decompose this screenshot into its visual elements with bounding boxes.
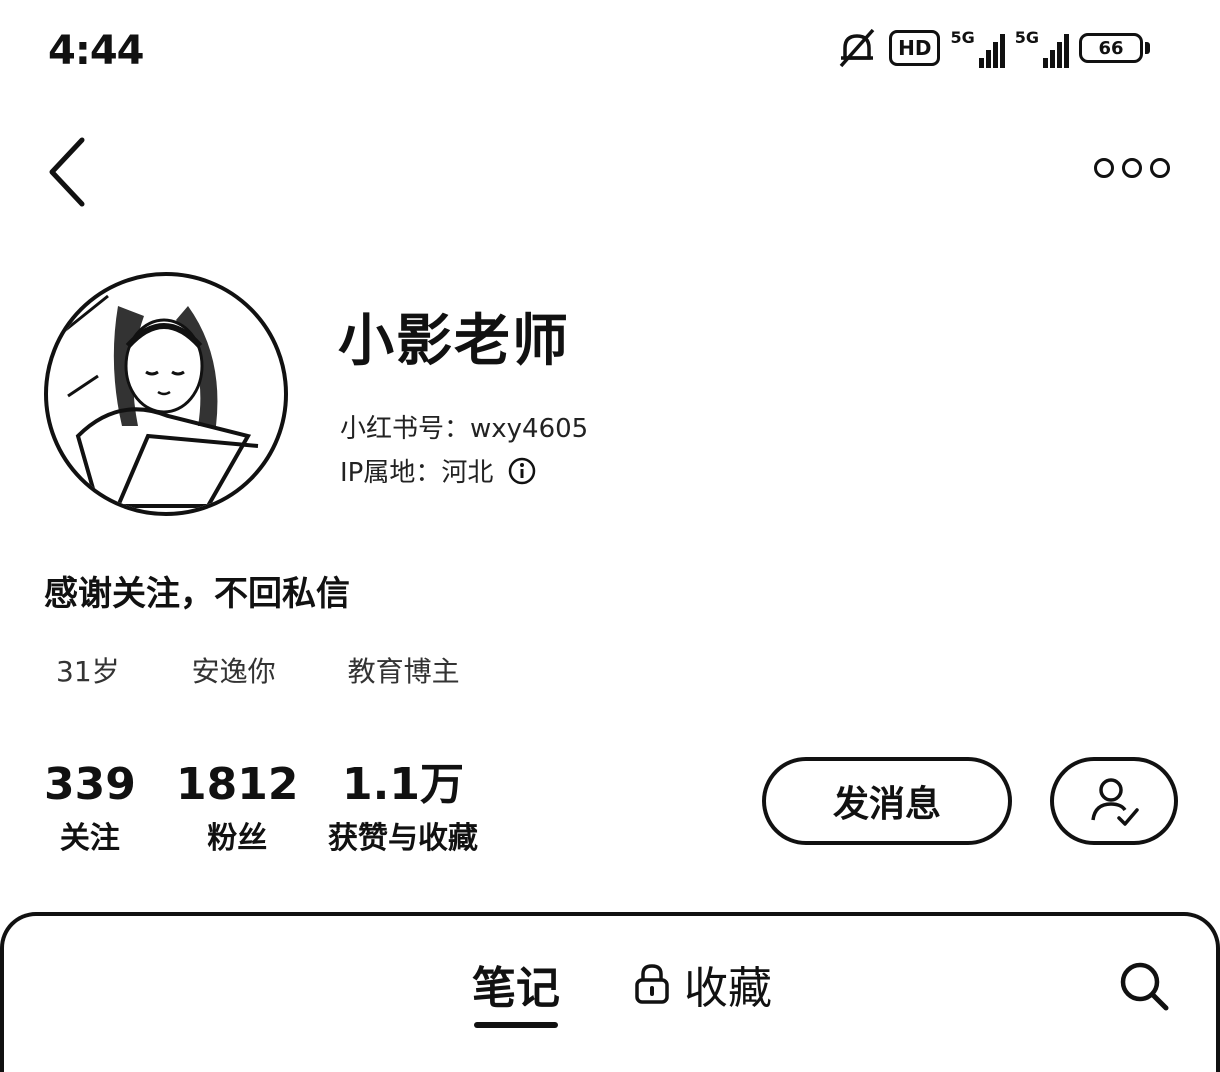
network-type-label: 5G bbox=[1014, 28, 1039, 47]
network-type-label: 5G bbox=[950, 28, 975, 47]
stat-following-label: 关注 bbox=[59, 821, 120, 856]
profile-name: 小影老师 bbox=[338, 309, 570, 374]
stat-following-value: 339 bbox=[44, 759, 136, 810]
active-tab-indicator bbox=[474, 1022, 558, 1028]
signal-5g-1: 5G bbox=[950, 28, 1005, 68]
signal-bar bbox=[1043, 58, 1048, 68]
signal-5g-2: 5G bbox=[1015, 28, 1069, 68]
ellipsis-icon[interactable] bbox=[1094, 158, 1170, 178]
profile-tag: 教育博主 bbox=[347, 655, 460, 688]
chevron-left-icon[interactable] bbox=[40, 132, 100, 212]
dot bbox=[1150, 158, 1170, 178]
tab-favorites[interactable]: 收藏 bbox=[632, 952, 772, 1016]
status-icons: HD 5G 5G 66 bbox=[835, 26, 1150, 70]
search-icon[interactable] bbox=[1116, 958, 1172, 1014]
info-icon[interactable] bbox=[507, 456, 537, 486]
stat-followers-label: 粉丝 bbox=[207, 821, 268, 856]
stat-likes-label: 获赞与收藏 bbox=[328, 821, 478, 856]
stat-likes[interactable]: 1.1万 获赞与收藏 bbox=[328, 760, 478, 862]
content-sheet bbox=[0, 912, 1220, 1072]
lock-icon bbox=[635, 964, 669, 1004]
dot bbox=[1122, 158, 1142, 178]
status-time: 4:44 bbox=[48, 28, 144, 74]
profile-tags: 31岁 安逸你 教育博主 bbox=[56, 650, 460, 690]
battery-level: 66 bbox=[1079, 33, 1143, 63]
avatar[interactable] bbox=[44, 272, 288, 516]
signal-bar bbox=[985, 50, 991, 68]
send-message-button[interactable]: 发消息 bbox=[762, 757, 1012, 845]
dot bbox=[1094, 158, 1114, 178]
profile-bio: 感谢关注，不回私信 bbox=[44, 574, 350, 614]
profile-tag: 31岁 bbox=[56, 655, 120, 688]
profile-tag: 安逸你 bbox=[191, 655, 276, 688]
signal-bar bbox=[992, 42, 998, 68]
stat-likes-value: 1.1万 bbox=[342, 759, 464, 810]
battery-icon: 66 bbox=[1079, 33, 1150, 63]
avatar-illustration bbox=[57, 294, 259, 508]
signal-bar bbox=[1057, 42, 1062, 68]
profile-location: IP属地：河北 bbox=[340, 452, 537, 489]
hd-badge: HD bbox=[889, 30, 941, 66]
stat-following[interactable]: 339 关注 bbox=[44, 760, 136, 862]
user-plus-icon bbox=[1091, 778, 1139, 826]
signal-bar bbox=[1050, 50, 1055, 68]
tab-favorites-label: 收藏 bbox=[684, 963, 772, 1014]
location-text: IP属地：河北 bbox=[340, 458, 494, 488]
signal-bar bbox=[978, 58, 984, 68]
signal-bar bbox=[1064, 34, 1069, 68]
stat-followers[interactable]: 1812 粉丝 bbox=[176, 760, 298, 862]
bell-off-icon bbox=[839, 28, 875, 68]
battery-tip bbox=[1145, 42, 1150, 54]
stat-followers-value: 1812 bbox=[176, 759, 299, 810]
tab-notes-label: 笔记 bbox=[472, 963, 560, 1014]
signal-bar bbox=[999, 34, 1005, 68]
tab-notes[interactable]: 笔记 bbox=[472, 952, 560, 1016]
profile-uid: 小红书号：wxy4605 bbox=[340, 414, 589, 444]
add-friend-button[interactable] bbox=[1050, 757, 1178, 845]
